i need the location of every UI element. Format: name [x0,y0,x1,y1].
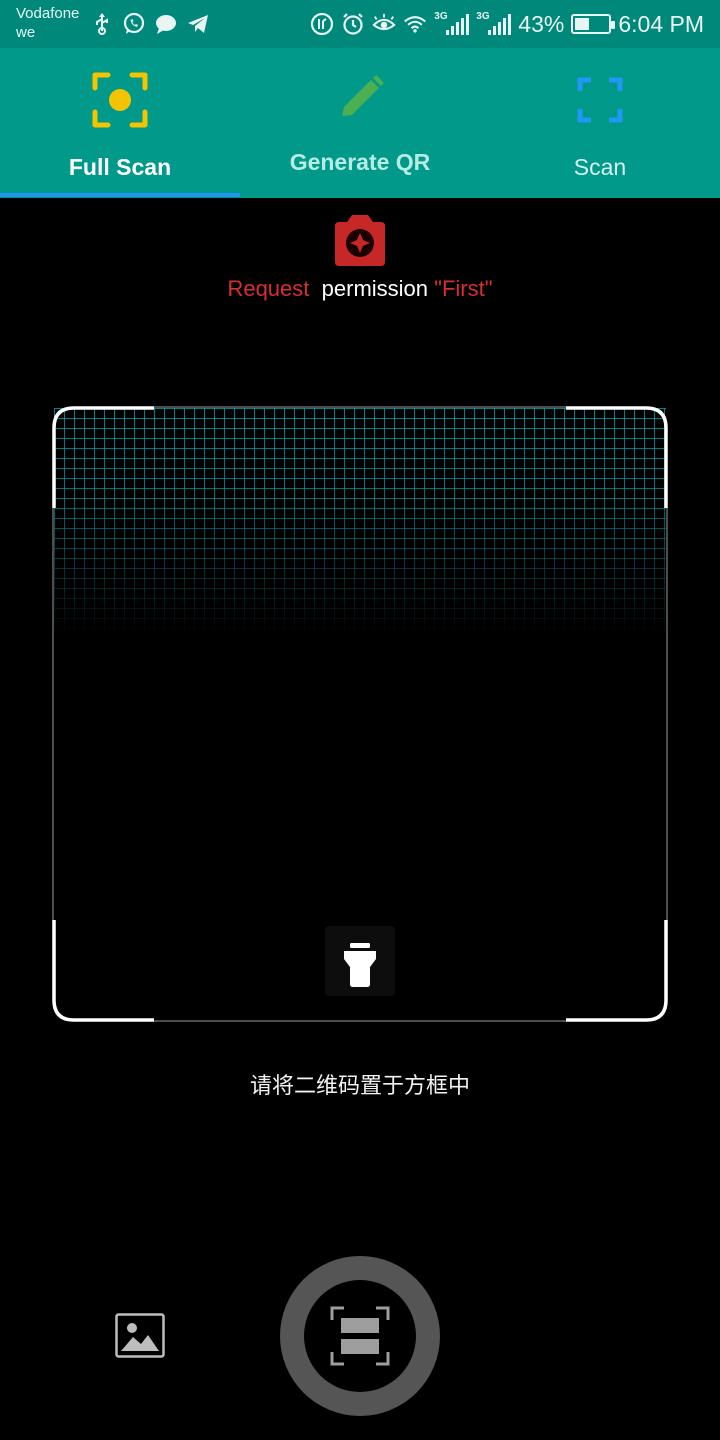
scan-frame-icon [577,77,623,123]
camera-icon[interactable] [331,212,389,268]
chat-bubble-icon [154,12,178,36]
tab-label: Generate QR [289,149,431,175]
carrier-label: Vodafone we [16,4,79,42]
eye-comfort-icon [372,12,396,36]
battery-charging-icon [571,14,616,34]
tab-selected-indicator [0,193,240,197]
tab-label: Full Scan [68,154,172,180]
tab-bar: Full Scan Generate QR Scan [0,48,720,198]
tab-full-scan[interactable]: Full Scan [0,48,240,198]
tab-generate-qr[interactable]: Generate QR [240,48,480,198]
tab-label: Scan [573,154,627,180]
permission-message: Request permission "First" [0,276,720,302]
scan-shutter-icon [330,1306,390,1366]
notification-icons [90,12,210,36]
scan-viewfinder [52,406,668,1022]
flashlight-button[interactable] [325,926,395,996]
permission-word-first: "First" [434,276,493,301]
permission-word-permission: permission [321,276,429,301]
signal-3g-icon: 3G [476,11,512,35]
signal-3g-icon: 3G [434,11,470,35]
permission-word-request[interactable]: Request [227,276,309,301]
data-saver-icon [310,12,334,36]
tab-scan[interactable]: Scan [480,48,720,198]
carrier-name: Vodafone [16,5,80,22]
telegram-icon [186,12,210,36]
pencil-icon [342,75,384,116]
gallery-icon[interactable] [115,1313,165,1359]
usb-icon [90,12,114,36]
battery-level [575,18,590,30]
scan-hint: 请将二维码置于方框中 [249,1073,470,1098]
status-bar: Vodafone we 3G 3G 43% 6:04 PM [0,0,720,48]
flashlight-icon [344,943,376,987]
scan-shutter-button[interactable] [280,1256,440,1416]
alarm-icon [341,12,365,36]
wifi-icon [403,12,427,36]
carrier-secondary: we [16,24,36,41]
whatsapp-icon [122,12,146,36]
battery-percent: 43% [518,11,565,37]
clock: 6:04 PM [618,11,704,37]
system-icons: 3G 3G 43% 6:04 PM [310,9,704,39]
focus-scan-icon [92,72,148,128]
